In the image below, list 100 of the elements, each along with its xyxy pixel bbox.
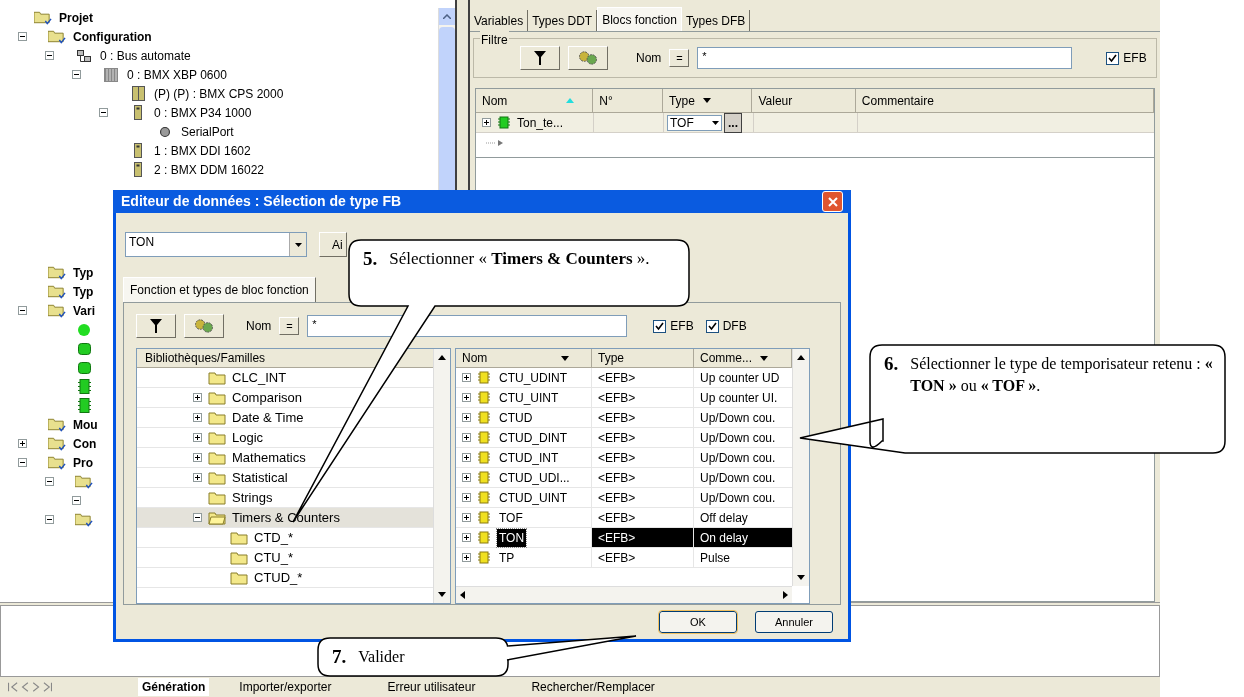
ok-button[interactable]: OK	[659, 611, 737, 634]
block-name[interactable]: TP	[497, 548, 517, 567]
expand-button[interactable]	[462, 433, 471, 443]
scroll-up-icon[interactable]	[797, 355, 805, 361]
tree-item-label[interactable]: Configuration	[73, 27, 152, 46]
minus-icon	[101, 110, 106, 115]
scroll-up-icon[interactable]	[438, 355, 446, 361]
expand-button[interactable]	[462, 373, 471, 383]
scrollbar[interactable]	[792, 349, 809, 587]
tree-item-label[interactable]: Mou	[73, 415, 98, 434]
tree-item-label[interactable]: Con	[73, 434, 97, 453]
tab[interactable]: Blocs fonction	[597, 7, 682, 31]
tree-item-label[interactable]: 1 : BMX DDI 1602	[154, 141, 251, 160]
checkbox[interactable]	[1106, 51, 1120, 65]
collapse-button[interactable]	[18, 306, 27, 315]
gear-button[interactable]	[184, 314, 224, 339]
library-item[interactable]: Strings	[232, 488, 273, 508]
tab[interactable]: Rechercher/Remplacer	[527, 678, 659, 696]
scroll-right-icon[interactable]	[783, 591, 788, 600]
browse-button[interactable]: ...	[724, 112, 742, 133]
block-name[interactable]: CTUD_UDI...	[497, 468, 572, 487]
gear-button[interactable]	[568, 46, 608, 70]
tree-item-label[interactable]: 2 : BMX DDM 16022	[154, 160, 265, 179]
cancel-button[interactable]: Annuler	[755, 611, 833, 634]
expand-button[interactable]	[193, 453, 202, 463]
tree-item-label[interactable]: 0 : BMX XBP 0600	[127, 65, 227, 84]
library-item[interactable]: CTU_*	[254, 548, 293, 568]
tree-item-label[interactable]: (P) (P) : BMX CPS 2000	[154, 84, 284, 103]
add-button[interactable]: Ai	[319, 232, 347, 258]
block-name[interactable]: CTU_UDINT	[497, 368, 569, 387]
horizontal-scrollbar[interactable]	[456, 586, 792, 604]
expand-button[interactable]	[462, 413, 471, 423]
tab[interactable]: Importer/exporter	[235, 678, 336, 696]
block-name[interactable]: CTUD	[497, 408, 535, 427]
checkbox[interactable]	[653, 319, 667, 333]
block-name[interactable]: CTUD_INT	[497, 448, 561, 467]
name-filter-field[interactable]: *	[307, 315, 628, 338]
block-name[interactable]: CTUD_UINT	[497, 488, 569, 507]
tree-item-label[interactable]: Vari	[73, 301, 96, 320]
scroll-down-icon[interactable]	[797, 575, 805, 581]
block-name[interactable]: TON	[497, 528, 527, 547]
tree-item-label[interactable]: Typ	[73, 282, 94, 301]
library-item[interactable]: CLC_INT	[232, 368, 287, 388]
block-name[interactable]: CTU_UINT	[497, 388, 561, 407]
column-header[interactable]: Nom	[456, 349, 592, 368]
operator-button[interactable]: =	[669, 49, 690, 67]
type-dropdown[interactable]: TOF	[667, 114, 722, 131]
collapse-button[interactable]	[99, 108, 108, 117]
expand-button[interactable]	[482, 118, 491, 127]
library-item[interactable]: Comparison	[232, 388, 303, 408]
collapse-button[interactable]	[45, 51, 54, 60]
column-header[interactable]: Bibliothèques/Familles	[137, 349, 433, 369]
collapse-button[interactable]	[18, 32, 27, 41]
collapse-button[interactable]	[72, 496, 81, 505]
tab[interactable]: Fonction et types de bloc fonction	[123, 277, 316, 303]
collapse-button[interactable]	[72, 70, 81, 79]
expand-button[interactable]	[462, 473, 471, 483]
expand-button[interactable]	[193, 473, 202, 483]
tab-navigation-icon[interactable]	[8, 682, 52, 692]
column-header[interactable]: Type	[592, 349, 694, 368]
tree-item-label[interactable]: Typ	[73, 263, 94, 282]
tree-item-label[interactable]: Projet	[59, 8, 93, 27]
scroll-left-icon[interactable]	[460, 591, 465, 600]
type-combo-box[interactable]: TON	[125, 232, 307, 258]
collapse-button[interactable]	[193, 513, 202, 523]
library-item[interactable]: CTUD_*	[254, 568, 303, 588]
expand-button[interactable]	[462, 453, 471, 463]
tree-item-label[interactable]: SerialPort	[181, 122, 234, 141]
library-item[interactable]: Statistical	[232, 468, 288, 488]
expand-button[interactable]	[462, 513, 471, 523]
library-item[interactable]: Logic	[232, 428, 264, 448]
library-item[interactable]: CTD_*	[254, 528, 293, 548]
filter-button[interactable]	[136, 314, 176, 339]
expand-button[interactable]	[462, 493, 471, 503]
tab[interactable]: Erreur utilisateur	[383, 678, 480, 696]
collapse-button[interactable]	[45, 515, 54, 524]
block-name[interactable]: CTUD_DINT	[497, 428, 569, 447]
filter-button[interactable]	[520, 46, 560, 70]
block-name[interactable]: TOF	[497, 508, 525, 527]
tree-item-label[interactable]: 0 : BMX P34 1000	[154, 103, 252, 122]
operator-button[interactable]: =	[279, 317, 300, 336]
name-filter-field[interactable]: *	[697, 47, 1073, 69]
expand-button[interactable]	[462, 533, 471, 543]
checkbox[interactable]	[705, 319, 719, 333]
scroll-down-icon[interactable]	[438, 592, 446, 598]
expand-button[interactable]	[193, 433, 202, 443]
expand-button[interactable]	[193, 413, 202, 423]
library-item[interactable]: Mathematics	[232, 448, 306, 468]
tab[interactable]: Génération	[138, 678, 210, 696]
library-item[interactable]: Date & Time	[232, 408, 304, 428]
expand-button[interactable]	[462, 393, 471, 403]
tree-item-label[interactable]: Pro	[73, 453, 93, 472]
expand-button[interactable]	[18, 439, 27, 448]
tree-item-label[interactable]: 0 : Bus automate	[100, 46, 191, 65]
scrollbar[interactable]	[433, 349, 450, 604]
close-button[interactable]	[822, 191, 843, 213]
collapse-button[interactable]	[45, 477, 54, 486]
expand-button[interactable]	[193, 393, 202, 403]
collapse-button[interactable]	[18, 458, 27, 467]
expand-button[interactable]	[462, 553, 471, 563]
